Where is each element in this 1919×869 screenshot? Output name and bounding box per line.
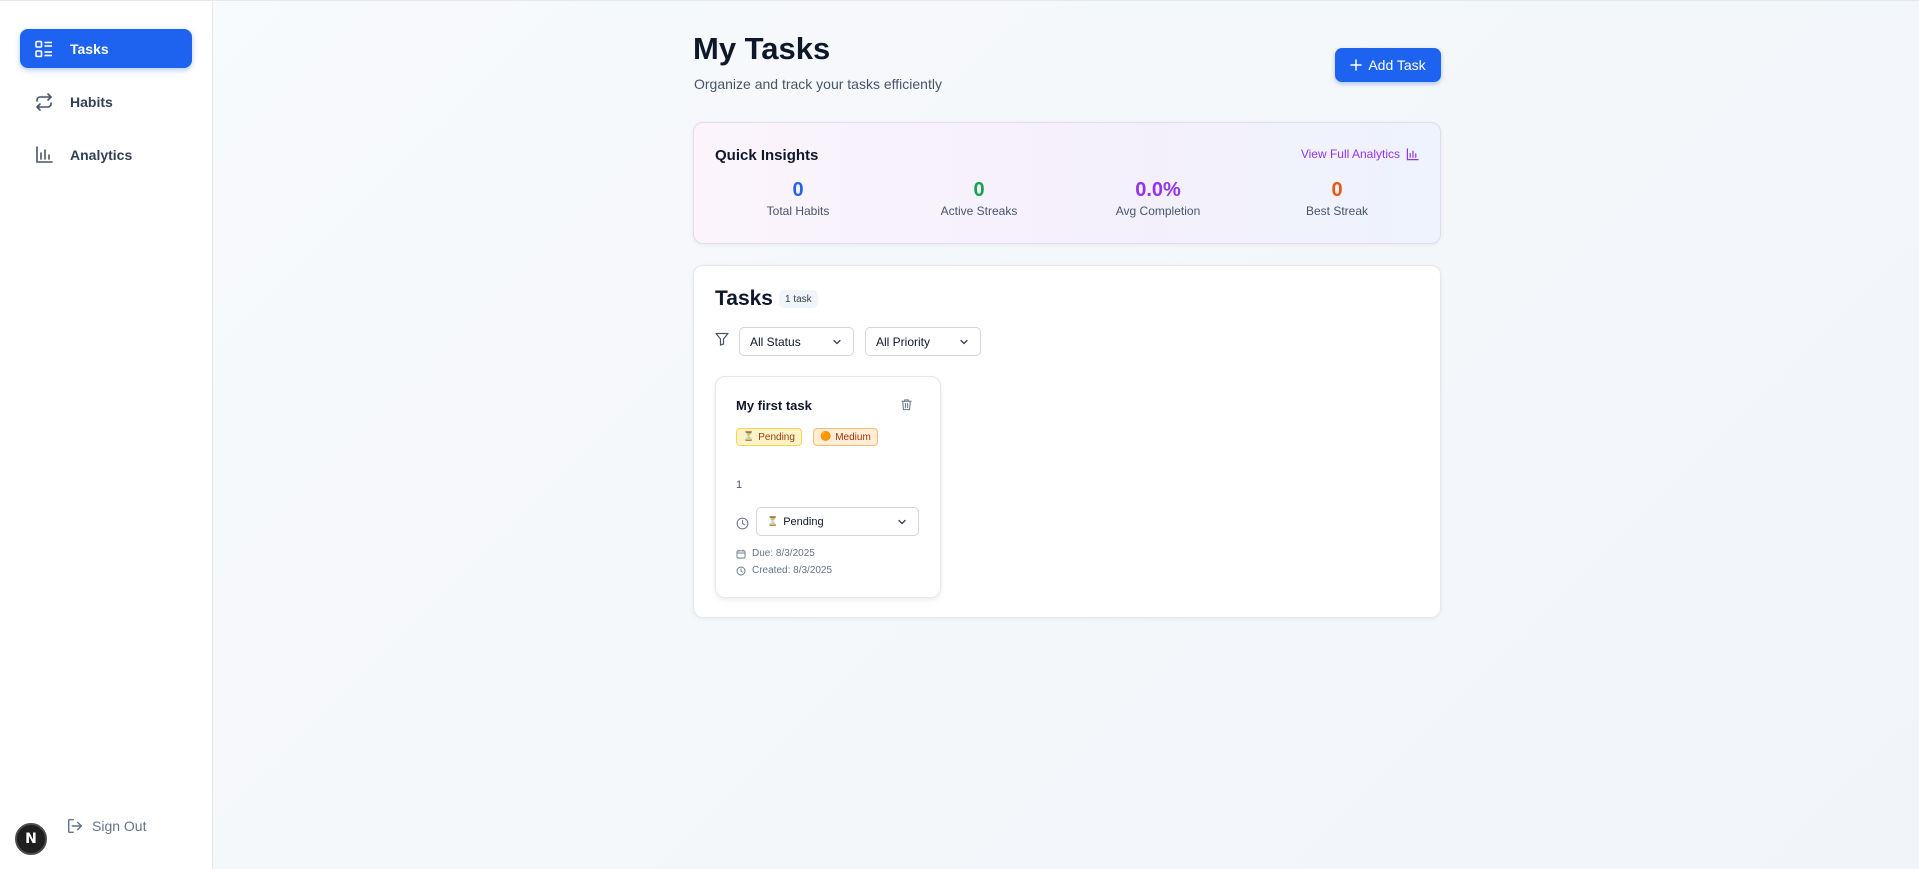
- chevron-down-icon: [898, 519, 906, 524]
- add-task-button[interactable]: Add Task: [1335, 48, 1441, 82]
- stat-value: 0: [973, 179, 985, 201]
- stat-label: Active Streaks: [940, 204, 1018, 218]
- trash-icon[interactable]: [900, 398, 913, 411]
- sign-out-button[interactable]: Sign Out: [66, 817, 146, 835]
- hourglass-icon: ⏳: [767, 516, 779, 527]
- sidebar-item-tasks[interactable]: Tasks: [20, 29, 192, 68]
- sidebar-item-analytics[interactable]: Analytics: [20, 135, 192, 174]
- insights-title: Quick Insights: [715, 147, 819, 164]
- quick-insights-card: Quick Insights View Full Analytics 0 Tot…: [693, 122, 1441, 244]
- task-status-value: Pending: [783, 515, 824, 528]
- priority-filter-value: All Priority: [876, 334, 931, 349]
- stat-value: 0.0%: [1135, 179, 1181, 201]
- tasks-title: Tasks: [715, 287, 773, 310]
- task-status-value-wrap: ⏳ Pending: [767, 516, 824, 528]
- stat-value: 0: [1331, 179, 1343, 201]
- stat-label: Avg Completion: [1115, 204, 1201, 218]
- stat-label: Best Streak: [1305, 204, 1369, 218]
- sidebar-item-label: Analytics: [70, 146, 133, 163]
- bar-chart-icon: [34, 145, 54, 165]
- stat-value: 0: [792, 179, 804, 201]
- task-description: 1: [736, 479, 743, 491]
- app-avatar[interactable]: N: [15, 823, 47, 855]
- sign-out-label: Sign Out: [92, 818, 147, 834]
- priority-filter-select[interactable]: All Priority: [865, 327, 981, 356]
- task-name: My first task: [736, 398, 812, 413]
- stat-best-streak: 0 Best Streak: [1262, 179, 1412, 218]
- due-date-text: Due: 8/3/2025: [752, 548, 815, 559]
- sidebar: Tasks Habits Analytics N Sign Out: [0, 1, 213, 869]
- view-full-analytics-label: View Full Analytics: [1300, 147, 1400, 161]
- tasks-panel: Tasks 1 task All Status All Priority My …: [693, 265, 1441, 618]
- clock-icon: [736, 517, 749, 530]
- page-title: My Tasks: [693, 31, 831, 66]
- sign-out-icon: [67, 818, 83, 834]
- stat-total-habits: 0 Total Habits: [723, 179, 873, 218]
- list-icon: [34, 39, 54, 59]
- task-due-date: Due: 8/3/2025: [736, 548, 815, 559]
- stat-avg-completion: 0.0% Avg Completion: [1083, 179, 1233, 218]
- sidebar-item-habits[interactable]: Habits: [20, 82, 192, 121]
- sidebar-item-label: Habits: [70, 93, 113, 110]
- task-status-select[interactable]: ⏳ Pending: [756, 507, 919, 536]
- task-created-date: Created: 8/3/2025: [736, 565, 832, 576]
- plus-icon: [1350, 59, 1363, 71]
- repeat-icon: [34, 92, 54, 112]
- stat-label: Total Habits: [766, 204, 830, 218]
- status-badge-label: Pending: [758, 431, 795, 443]
- hourglass-icon: ⏳: [743, 432, 755, 442]
- add-task-label: Add Task: [1368, 57, 1426, 73]
- status-filter-value: All Status: [750, 334, 801, 349]
- chevron-down-icon: [960, 339, 968, 344]
- priority-badge: 🟠 Medium: [813, 428, 878, 446]
- sidebar-item-label: Tasks: [70, 40, 109, 57]
- bar-chart-icon: [1406, 147, 1419, 160]
- status-badge: ⏳ Pending: [736, 428, 802, 446]
- status-filter-select[interactable]: All Status: [739, 327, 854, 356]
- filter-icon: [715, 332, 729, 346]
- view-full-analytics-link[interactable]: View Full Analytics: [1301, 147, 1419, 161]
- created-date-text: Created: 8/3/2025: [752, 565, 833, 576]
- chevron-down-icon: [833, 339, 841, 344]
- page-subtitle: Organize and track your tasks efficientl…: [694, 76, 942, 92]
- calendar-icon: [736, 549, 746, 558]
- priority-badge-label: Medium: [835, 431, 871, 443]
- clock-icon: [736, 566, 746, 575]
- stat-active-streaks: 0 Active Streaks: [904, 179, 1054, 218]
- task-card[interactable]: My first task ⏳ Pending 🟠 Medium 1 ⏳ Pen…: [715, 376, 941, 598]
- orange-circle-icon: 🟠: [820, 432, 832, 442]
- app-root: Tasks Habits Analytics N Sign Out My Tas…: [0, 0, 1919, 869]
- task-count-badge: 1 task: [779, 290, 818, 308]
